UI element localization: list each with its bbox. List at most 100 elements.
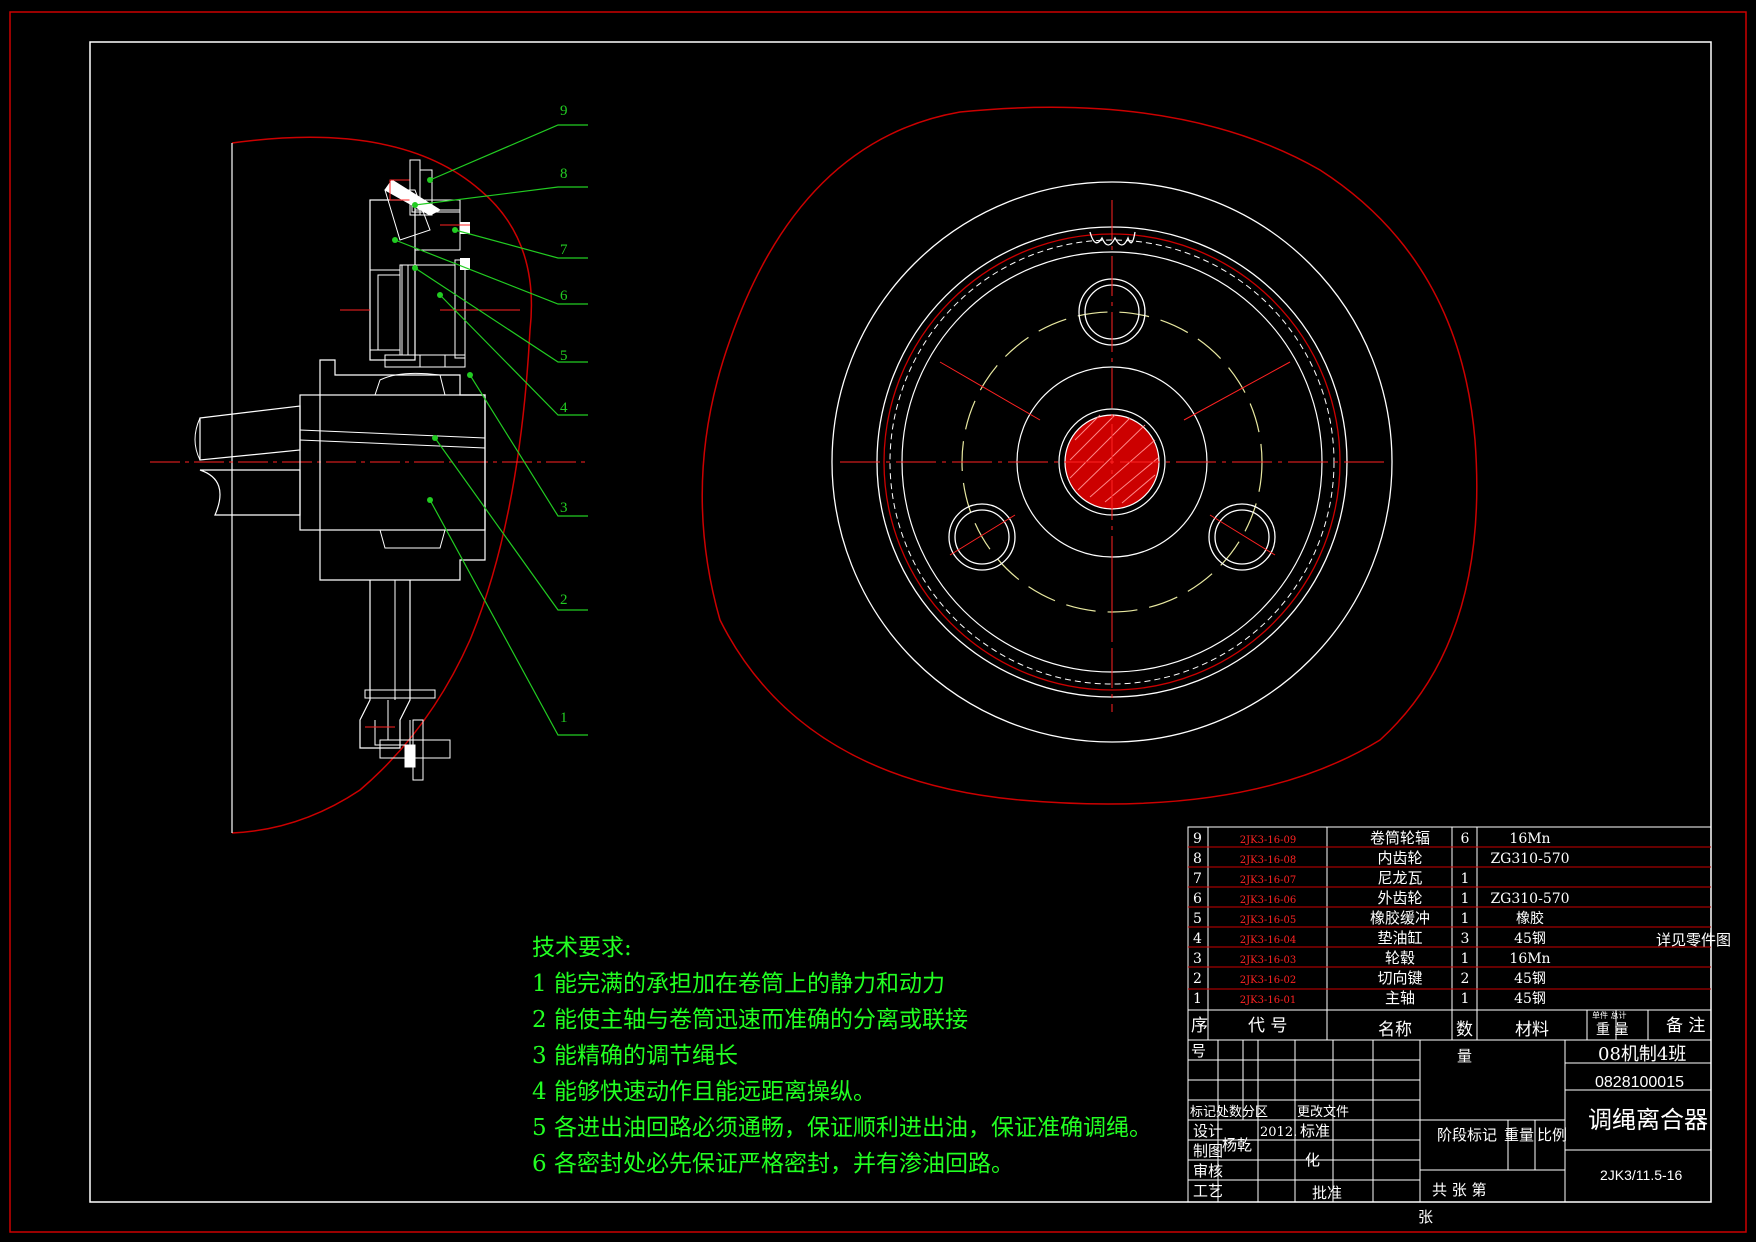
balloon-7: 7: [560, 242, 568, 258]
parts-cell-no: 1: [1193, 991, 1202, 1007]
col-header-name: 名称: [1378, 1020, 1412, 1040]
balloon-labels: 9 8 7 6 5 4 3 2 1: [560, 103, 568, 726]
weight-label: 重量: [1504, 1126, 1534, 1144]
design-year: 2012.: [1260, 1125, 1297, 1140]
parts-cell-qty: 1: [1461, 991, 1470, 1007]
parts-cell-no: 8: [1193, 851, 1202, 867]
standardize-label: 化: [1305, 1151, 1320, 1169]
parts-cell-code: 2JK3-16-02: [1240, 975, 1296, 986]
parts-cell-material: 45钢: [1514, 971, 1546, 987]
parts-cell-qty: 1: [1461, 911, 1470, 927]
parts-cell-code: 2JK3-16-05: [1240, 915, 1296, 926]
parts-cell-code: 2JK3-16-07: [1240, 875, 1296, 886]
col-header-weight-sub: 单件 总计: [1592, 1010, 1627, 1020]
parts-cell-code: 2JK3-16-08: [1240, 855, 1296, 866]
parts-cell-code: 2JK3-16-06: [1240, 895, 1296, 906]
parts-cell-code: 2JK3-16-01: [1240, 995, 1296, 1006]
section-view: 9 8 7 6 5 4 3 2 1: [150, 103, 590, 834]
cad-drawing-sheet: 9 8 7 6 5 4 3 2 1 9 2JK3-16-09 卷筒轮辐 6 16…: [0, 0, 1756, 1242]
parts-cell-qty: 3: [1461, 931, 1470, 947]
student-id: 0828100015: [1595, 1074, 1684, 1091]
scale-label: 比例: [1537, 1126, 1567, 1144]
parts-cell-code: 2JK3-16-04: [1240, 935, 1296, 946]
parts-cell-no: 9: [1193, 831, 1202, 847]
class-name: 08机制4班: [1598, 1044, 1686, 1065]
parts-cell-name: 切向键: [1377, 969, 1422, 987]
parts-rows: 9 2JK3-16-09 卷筒轮辐 6 16Mn 8 2JK3-16-08 内齿轮 ZG310-…: [1193, 829, 1570, 1007]
balloon-9: 9: [560, 103, 568, 119]
parts-cell-no: 2: [1193, 971, 1202, 987]
parts-cell-name: 垫油缸: [1377, 929, 1422, 947]
parts-cell-no: 7: [1193, 871, 1202, 887]
parts-cell-qty: 2: [1461, 971, 1470, 987]
balloon-4: 4: [560, 400, 568, 416]
tech-item-6: 6 各密封处必先保证严格密封，并有渗油回路。: [532, 1151, 1014, 1177]
balloon-2: 2: [560, 592, 568, 608]
technical-requirements: 技术要求: 1 能完满的承担加在卷筒上的静力和动力 2 能使主轴与卷筒迅速而准确…: [532, 930, 1152, 1182]
parts-cell-name: 主轴: [1385, 989, 1415, 1007]
change-doc-label: 更改文件: [1297, 1105, 1349, 1120]
parts-cell-name: 外齿轮: [1377, 889, 1422, 907]
parts-cell-code: 2JK3-16-03: [1240, 955, 1296, 966]
col-header-code: 代 号: [1248, 1016, 1287, 1036]
col-header-note: 备 注: [1666, 1016, 1705, 1036]
sheets-label: 共 张 第: [1432, 1181, 1487, 1199]
process-label: 工艺: [1193, 1182, 1223, 1200]
designer-signature: 杨乾: [1222, 1136, 1252, 1154]
tech-item-2: 2 能使主轴与卷筒迅速而准确的分离或联接: [532, 1007, 968, 1033]
standard-label: 标准: [1300, 1122, 1330, 1140]
parts-cell-qty: 6: [1461, 831, 1470, 847]
drafting-label: 制图: [1193, 1142, 1223, 1160]
leader-lines: [394, 124, 588, 736]
balloon-5: 5: [560, 348, 568, 364]
parts-list-table: 9 2JK3-16-09 卷筒轮辐 6 16Mn 8 2JK3-16-08 内齿轮 ZG310-…: [1187, 826, 1731, 1041]
design-label: 设计: [1193, 1122, 1223, 1140]
rev-labels: 标记处数分区: [1190, 1105, 1268, 1120]
col-header-qty2: 量: [1457, 1047, 1472, 1065]
end-view: [701, 106, 1478, 805]
break-line: [231, 136, 533, 834]
parts-cell-name: 卷筒轮辐: [1370, 829, 1430, 847]
parts-cell-name: 轮毂: [1385, 949, 1415, 967]
parts-cell-name: 内齿轮: [1377, 849, 1422, 867]
parts-cell-no: 4: [1193, 931, 1202, 947]
parts-cell-material: 橡胶: [1516, 910, 1544, 927]
title-block: 号 量 标记处数分区 更改文件 设计 杨乾 2012. 标准 化 制图 审核 工…: [1187, 1039, 1712, 1226]
balloon-3: 3: [560, 500, 568, 516]
remark-text: 详见零件图: [1656, 931, 1731, 949]
col-header-material: 材料: [1515, 1020, 1549, 1040]
parts-cell-qty: 1: [1461, 951, 1470, 967]
tech-item-1: 1 能完满的承担加在卷筒上的静力和动力: [532, 971, 945, 997]
col-header-no2: 号: [1191, 1042, 1206, 1060]
stage-mark-label: 阶段标记: [1437, 1126, 1497, 1144]
parts-cell-no: 5: [1193, 911, 1202, 927]
balloon-6: 6: [560, 288, 568, 304]
balloon-1: 1: [560, 710, 568, 726]
parts-cell-no: 6: [1193, 891, 1202, 907]
sheet-word: 张: [1418, 1208, 1433, 1226]
tech-title: 技术要求:: [532, 935, 632, 961]
col-header-weight: 重 量: [1596, 1022, 1628, 1038]
balloon-8: 8: [560, 166, 568, 182]
approve-label: 批准: [1312, 1184, 1342, 1202]
parts-cell-code: 2JK3-16-09: [1240, 835, 1296, 846]
parts-cell-name: 尼龙瓦: [1377, 869, 1422, 887]
parts-cell-material: 16Mn: [1509, 831, 1550, 847]
parts-cell-no: 3: [1193, 951, 1202, 967]
tech-item-5: 5 各进出油回路必须通畅，保证顺利进出油，保证准确调绳。: [532, 1115, 1152, 1141]
parts-cell-material: 45钢: [1514, 931, 1546, 947]
review-label: 审核: [1193, 1162, 1223, 1180]
drawing-title: 调绳离合器: [1588, 1106, 1708, 1134]
parts-cell-qty: 1: [1461, 871, 1470, 887]
parts-cell-material: ZG310-570: [1490, 851, 1569, 867]
parts-cell-material: 45钢: [1514, 991, 1546, 1007]
col-header-no: 序: [1191, 1016, 1208, 1036]
parts-cell-material: 16Mn: [1509, 951, 1550, 967]
parts-cell-name: 橡胶缓冲: [1370, 909, 1430, 927]
parts-cell-qty: 1: [1461, 891, 1470, 907]
parts-cell-material: ZG310-570: [1490, 891, 1569, 907]
tech-item-4: 4 能够快速动作且能远距离操纵。: [532, 1079, 876, 1105]
col-header-qty: 数: [1456, 1020, 1473, 1040]
drawing-code: 2JK3/11.5-16: [1600, 1167, 1682, 1183]
tech-item-3: 3 能精确的调节绳长: [532, 1043, 738, 1069]
